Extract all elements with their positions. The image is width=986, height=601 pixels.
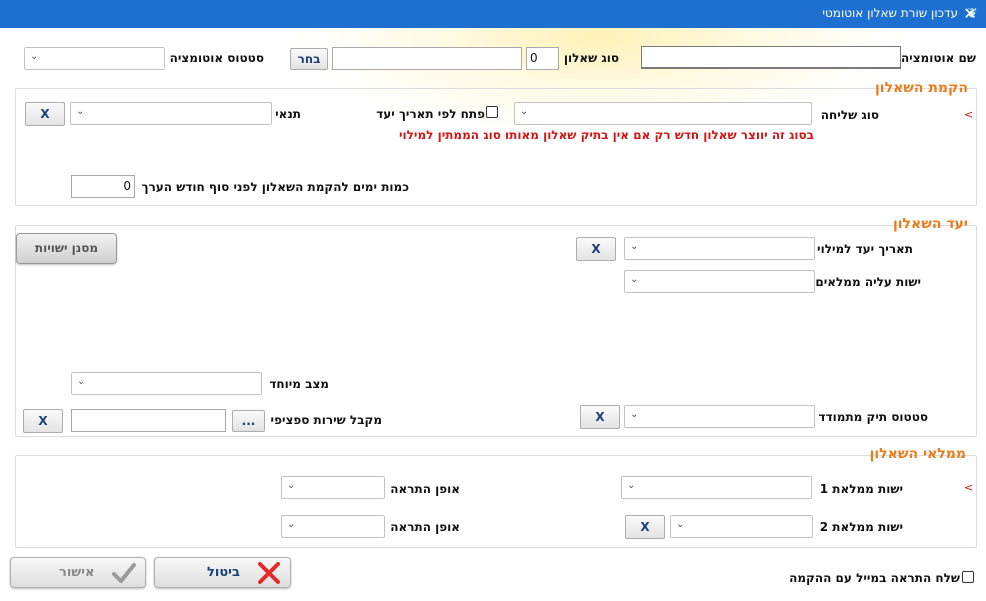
required-marker: < — [964, 108, 974, 121]
alert1-dropdown[interactable]: ⌄ — [281, 476, 385, 499]
title-bar: ❦ עדכון שורת שאלון אוטומטי ✕ — [0, 0, 986, 28]
checkmark-icon — [112, 563, 136, 583]
chevron-down-icon: ⌄ — [520, 106, 529, 117]
file-status-dropdown[interactable]: ⌄ — [624, 405, 815, 428]
service-recipient-label: מקבל שירות ספציפי — [270, 413, 382, 427]
clear-service-recipient-button[interactable]: X — [23, 409, 63, 433]
send-type-dropdown[interactable]: ⌄ — [514, 102, 812, 125]
fillers-group — [15, 455, 977, 548]
special-state-label: מצב מיוחד — [269, 377, 329, 391]
entity-filter-button[interactable]: מסנן ישויות — [16, 233, 117, 264]
days-before-input[interactable]: 0 — [71, 175, 135, 198]
automation-name-input[interactable] — [641, 46, 901, 69]
target-group-title: יעד השאלון — [892, 216, 968, 232]
automation-status-dropdown[interactable]: ⌄ — [24, 47, 165, 70]
service-recipient-search-button[interactable]: ... — [232, 410, 265, 432]
chevron-down-icon: ⌄ — [76, 106, 85, 117]
fillers-group-title: ממלאי השאלון — [869, 446, 966, 462]
alert2-label: אופן התראה — [390, 520, 460, 534]
ok-button-label: אישור — [59, 565, 95, 580]
chevron-down-icon: ⌄ — [287, 480, 296, 491]
cancel-button-label: ביטול — [207, 565, 240, 580]
open-by-date-checkbox[interactable] — [486, 106, 498, 118]
send-mail-label: שלח התראה במייל עם ההקמה — [789, 571, 960, 585]
filler2-dropdown[interactable]: ⌄ — [670, 515, 813, 538]
condition-dropdown[interactable]: ⌄ — [70, 102, 272, 125]
send-type-label: סוג שליחה — [820, 108, 879, 122]
condition-label: תנאי — [275, 107, 301, 121]
entity-dropdown[interactable]: ⌄ — [624, 270, 815, 293]
filler1-label: ישות ממלאת 1 — [819, 482, 903, 496]
window-title: עדכון שורת שאלון אוטומטי — [822, 6, 958, 20]
due-date-dropdown[interactable]: ⌄ — [624, 237, 815, 260]
file-status-label: סטטוס תיק מתמודד — [818, 410, 928, 424]
service-recipient-input[interactable] — [71, 409, 226, 432]
choose-button[interactable]: בחר — [290, 48, 328, 70]
target-group — [15, 225, 977, 437]
chevron-down-icon: ⌄ — [630, 274, 639, 285]
chevron-down-icon: ⌄ — [77, 376, 86, 387]
entity-label: ישות עליה ממלאים — [815, 275, 921, 289]
days-before-label: כמות ימים להקמת השאלון לפני סוף חודש הער… — [141, 180, 409, 194]
cancel-button[interactable]: ביטול — [154, 557, 291, 588]
alert2-dropdown[interactable]: ⌄ — [281, 515, 385, 538]
chevron-down-icon: ⌄ — [287, 519, 296, 530]
filler1-dropdown[interactable]: ⌄ — [621, 476, 812, 499]
due-date-label: תאריך יעד למילוי — [817, 242, 913, 256]
questionnaire-type-name-input[interactable] — [332, 47, 522, 70]
clear-condition-button[interactable]: X — [25, 102, 65, 126]
chevron-down-icon: ⌄ — [630, 241, 639, 252]
clear-due-date-button[interactable]: X — [576, 237, 616, 261]
alert1-label: אופן התראה — [390, 482, 460, 496]
close-icon[interactable]: ✕ — [958, 2, 982, 26]
questionnaire-type-label: סוג שאלון — [563, 51, 619, 65]
chevron-down-icon: ⌄ — [630, 409, 639, 420]
chevron-down-icon: ⌄ — [627, 480, 636, 491]
special-state-dropdown[interactable]: ⌄ — [71, 372, 262, 395]
send-type-info-text: בסוג זה יווצר שאלון חדש רק אם אין בתיק ש… — [399, 128, 814, 142]
clear-filler2-button[interactable]: X — [625, 515, 665, 539]
questionnaire-type-code-input[interactable]: 0 — [526, 47, 559, 70]
send-mail-checkbox[interactable] — [962, 571, 974, 583]
clear-file-status-button[interactable]: X — [580, 405, 620, 429]
chevron-down-icon: ⌄ — [30, 51, 39, 62]
automation-name-label: שם אוטומציה — [900, 51, 976, 65]
automation-status-label: סטטוס אוטומציה — [169, 51, 264, 65]
chevron-down-icon: ⌄ — [676, 519, 685, 530]
setup-group-title: הקמת השאלון — [874, 80, 968, 96]
required-marker: < — [964, 481, 974, 494]
red-x-icon — [258, 562, 280, 584]
open-by-date-label: פתח לפי תאריך יעד — [376, 107, 485, 121]
ok-button[interactable]: אישור — [10, 557, 146, 588]
filler2-label: ישות ממלאת 2 — [819, 520, 903, 534]
